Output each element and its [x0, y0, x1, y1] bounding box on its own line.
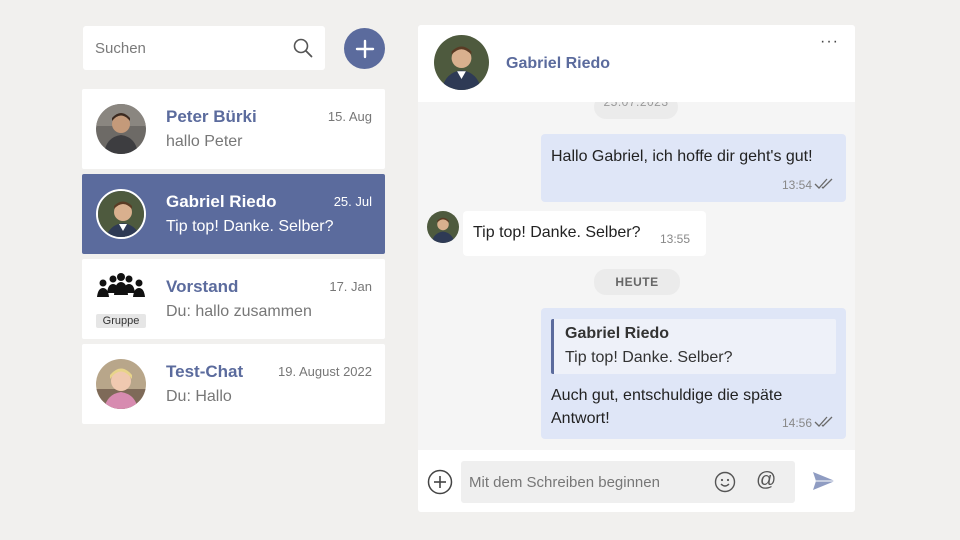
search-box[interactable] [83, 26, 325, 70]
plus-icon [355, 39, 374, 58]
message-text: Auch gut, entschuldige die späte Antwort… [551, 387, 783, 427]
chat-name: Vorstand [166, 277, 239, 296]
chat-item-vorstand[interactable]: Gruppe Vorstand 17. Jan Du: hallo zusamm… [82, 259, 385, 339]
send-icon[interactable] [811, 470, 837, 492]
search-input[interactable] [95, 39, 293, 57]
emoji-icon[interactable] [714, 471, 736, 493]
avatar [96, 189, 146, 239]
read-check-icon [814, 416, 833, 427]
message-composer: @ [418, 450, 855, 512]
message-text: Hallo Gabriel, ich hoffe dir geht's gut! [551, 148, 813, 165]
chat-preview: hallo Peter [166, 133, 243, 150]
quoted-text: Tip top! Danke. Selber? [565, 349, 733, 366]
message-field[interactable]: @ [461, 461, 795, 503]
message-time: 13:55 [659, 232, 690, 246]
message-time: 13:54 [781, 178, 812, 192]
date-separator-today: HEUTE [594, 269, 680, 295]
conversation-title[interactable]: Gabriel Riedo [506, 55, 610, 73]
message-outgoing: Hallo Gabriel, ich hoffe dir geht's gut!… [541, 134, 846, 202]
contact-avatar[interactable] [434, 35, 489, 90]
chat-date: 25. Jul [333, 194, 372, 209]
message-time: 14:56 [781, 416, 812, 430]
chat-name: Test-Chat [166, 362, 244, 381]
more-options-icon[interactable]: ··· [820, 33, 839, 51]
read-check-icon [814, 178, 833, 189]
chat-item-gabriel-riedo[interactable]: Gabriel Riedo 25. Jul Tip top! Danke. Se… [82, 174, 385, 254]
new-chat-button[interactable] [344, 28, 385, 69]
group-badge: Gruppe [96, 314, 146, 328]
chat-item-peter-buerki[interactable]: Peter Bürki 15. Aug hallo Peter [82, 89, 385, 169]
attach-plus-icon[interactable] [427, 469, 453, 495]
avatar [96, 104, 146, 154]
chat-name: Gabriel Riedo [166, 192, 277, 211]
message-text: Tip top! Danke. Selber? [473, 224, 641, 241]
group-avatar [96, 269, 146, 307]
message-input[interactable] [469, 471, 709, 493]
chat-preview: Tip top! Danke. Selber? [166, 218, 334, 235]
message-outgoing-reply: Gabriel Riedo Tip top! Danke. Selber? Au… [541, 308, 846, 439]
avatar [96, 359, 146, 409]
chat-item-test-chat[interactable]: Test-Chat 19. August 2022 Du: Hallo [82, 344, 385, 424]
conversation-header: Gabriel Riedo ··· [418, 25, 855, 102]
contact-avatar-small [427, 211, 459, 243]
chat-preview: Du: hallo zusammen [166, 303, 312, 320]
chat-name: Peter Bürki [166, 107, 257, 126]
message-incoming: Tip top! Danke. Selber? 13:55 [463, 211, 706, 256]
group-icon [97, 273, 145, 297]
conversation-panel: 25.07.2023 Gabriel Riedo ··· Hallo Gabri… [418, 25, 855, 512]
mention-icon[interactable]: @ [756, 469, 776, 492]
chat-preview: Du: Hallo [166, 388, 232, 405]
quoted-message[interactable]: Gabriel Riedo Tip top! Danke. Selber? [551, 319, 836, 374]
quoted-author: Gabriel Riedo [565, 325, 670, 342]
chat-list: Peter Bürki 15. Aug hallo Peter Gabriel … [82, 89, 385, 429]
chat-date: 17. Jan [329, 279, 372, 294]
chat-date: 15. Aug [327, 109, 372, 124]
search-icon[interactable] [293, 38, 313, 58]
chat-date: 19. August 2022 [278, 364, 372, 379]
